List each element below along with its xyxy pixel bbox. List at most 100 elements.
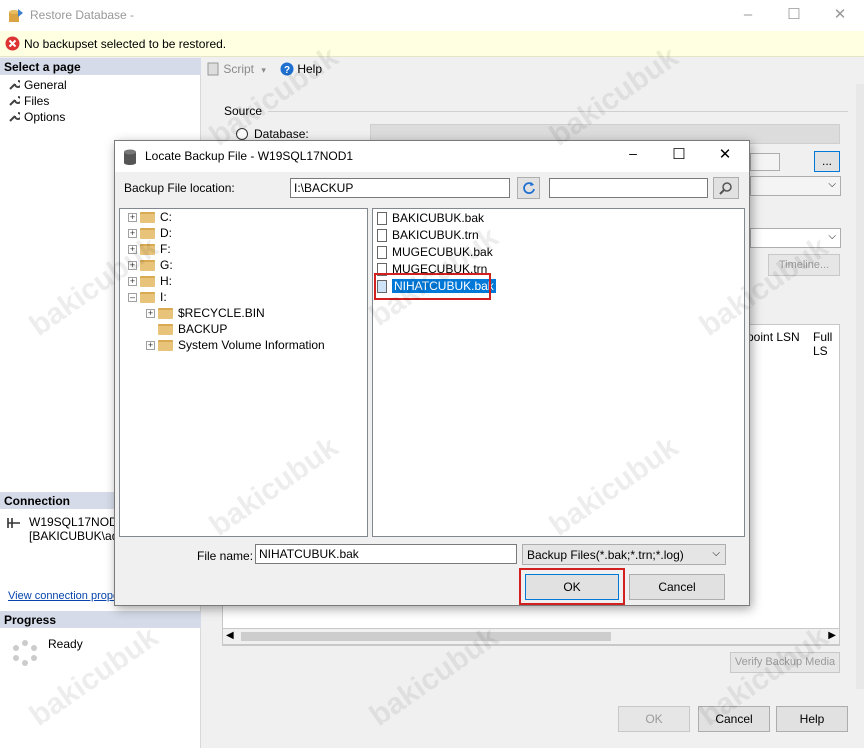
dialog-close-button[interactable]: ✕	[705, 145, 745, 169]
database-radio-label: Database:	[254, 127, 309, 141]
expand-icon: +	[128, 276, 137, 287]
page-files[interactable]: Files	[8, 94, 49, 108]
tree-item-h[interactable]: + H:	[128, 274, 172, 290]
collapse-icon: –	[128, 292, 137, 303]
file-name-label: File name:	[197, 549, 254, 563]
scroll-right-icon[interactable]: ▶	[828, 630, 836, 641]
expand-icon: +	[146, 340, 155, 351]
error-bar: No backupset selected to be restored.	[0, 31, 864, 57]
page-general[interactable]: General	[8, 78, 67, 92]
expand-icon: +	[128, 260, 137, 271]
ok-button[interactable]: OK	[618, 706, 690, 732]
source-label: Source	[224, 104, 263, 118]
database-icon	[124, 149, 136, 165]
scroll-left-icon[interactable]: ◀	[226, 630, 234, 641]
scrollbar-thumb[interactable]	[241, 632, 611, 641]
file-type-select[interactable]: Backup Files(*.bak;*.trn;*.log) ⌵	[522, 544, 726, 565]
drive-icon	[140, 292, 155, 304]
locate-backup-file-dialog: Locate Backup File - W19SQL17NOD1 – ☐ ✕ …	[114, 140, 750, 606]
folder-icon	[158, 324, 173, 336]
script-icon	[207, 62, 219, 76]
drive-icon	[140, 244, 155, 256]
page-files-label: Files	[24, 94, 50, 108]
expand-icon: +	[128, 228, 137, 239]
device-field[interactable]	[750, 153, 780, 171]
search-button[interactable]	[713, 177, 739, 199]
chevron-down-icon: ⌵	[712, 548, 720, 559]
file-item[interactable]: BAKICUBUK.bak	[377, 211, 484, 227]
folder-icon	[158, 308, 173, 320]
dialog-maximize-button[interactable]: ☐	[659, 145, 699, 169]
dialog-ok-button[interactable]: OK	[525, 574, 619, 600]
tree-item-c[interactable]: + C:	[128, 210, 172, 226]
help-button[interactable]: ? Help	[280, 62, 322, 76]
help-button-bottom[interactable]: Help	[776, 706, 848, 732]
refresh-icon	[522, 182, 535, 194]
view-connection-properties-link[interactable]: View connection prope	[8, 590, 119, 602]
maximize-button[interactable]: ☐	[771, 0, 817, 31]
error-icon	[5, 36, 20, 51]
tree-item-recycle-bin[interactable]: + $RECYCLE.BIN	[146, 306, 265, 322]
dialog-minimize-button[interactable]: –	[613, 145, 653, 169]
file-type-value: Backup Files(*.bak;*.trn;*.log)	[527, 548, 684, 562]
close-button[interactable]: ✕	[817, 0, 863, 31]
search-input[interactable]	[549, 178, 708, 198]
cancel-button[interactable]: Cancel	[698, 706, 770, 732]
restore-to-select[interactable]: ⌵	[750, 228, 841, 248]
backup-location-label: Backup File location:	[124, 181, 235, 195]
tree-item-i[interactable]: – I:	[128, 290, 167, 306]
column-header-full-lsn: Full LS	[813, 330, 833, 358]
grid-horizontal-scrollbar[interactable]: ◀ ▶	[222, 628, 840, 645]
progress-spinner-icon	[13, 640, 37, 666]
script-button[interactable]: Script ▾	[206, 62, 266, 76]
page-options[interactable]: Options	[8, 110, 65, 124]
dialog-title: Locate Backup File - W19SQL17NOD1	[145, 149, 354, 163]
refresh-button[interactable]	[517, 177, 540, 199]
content-scrollbar[interactable]	[856, 84, 864, 689]
verify-backup-media-button[interactable]: Verify Backup Media	[730, 652, 840, 673]
expand-icon: +	[128, 212, 137, 223]
dialog-title-bar: Locate Backup File - W19SQL17NOD1 – ☐ ✕	[115, 141, 749, 172]
file-item[interactable]: MUGECUBUK.bak	[377, 245, 493, 261]
file-item[interactable]: BAKICUBUK.trn	[377, 228, 479, 244]
wrench-icon	[9, 96, 22, 106]
window-title: Restore Database -	[30, 8, 135, 22]
timeline-button[interactable]: Timeline...	[768, 254, 840, 276]
tree-connector-icon	[146, 325, 155, 334]
chevron-down-icon: ⌵	[828, 231, 836, 242]
page-general-label: General	[24, 78, 67, 92]
progress-status: Ready	[48, 637, 83, 651]
file-name-field[interactable]: NIHATCUBUK.bak	[255, 544, 517, 564]
tree-item-f[interactable]: + F:	[128, 242, 171, 258]
backup-location-field[interactable]: I:\BACKUP	[290, 178, 510, 198]
window-title-bar: Restore Database - – ☐ ✕	[0, 0, 864, 31]
dialog-cancel-button[interactable]: Cancel	[629, 574, 725, 600]
tree-item-backup[interactable]: BACKUP	[146, 322, 227, 338]
tree-item-d[interactable]: + D:	[128, 226, 172, 242]
drive-icon	[140, 228, 155, 240]
device-database-select[interactable]: ⌵	[750, 176, 841, 196]
expand-icon: +	[128, 244, 137, 255]
browse-devices-button[interactable]: ...	[814, 151, 840, 172]
drive-icon	[140, 212, 155, 224]
toolbar: Script ▾ ? Help	[202, 58, 864, 84]
bottom-button-bar: OK Cancel Help	[202, 692, 864, 748]
search-icon	[719, 182, 732, 195]
source-divider	[268, 111, 848, 112]
drive-icon	[140, 276, 155, 288]
file-icon	[377, 246, 387, 260]
wrench-icon	[9, 80, 22, 90]
database-radio[interactable]: Database:	[236, 127, 309, 141]
error-message: No backupset selected to be restored.	[24, 37, 227, 51]
column-header-checkpoint-lsn: point LSN	[747, 330, 800, 344]
minimize-button[interactable]: –	[725, 0, 771, 31]
file-icon	[377, 229, 387, 243]
restore-database-icon	[9, 9, 23, 22]
file-icon	[377, 212, 387, 226]
connection-server: W19SQL17NOD1	[29, 515, 125, 529]
chevron-down-icon: ⌵	[828, 179, 836, 190]
tree-item-g[interactable]: + G:	[128, 258, 173, 274]
connection-icon	[7, 518, 20, 528]
tree-item-system-volume-information[interactable]: + System Volume Information	[146, 338, 325, 354]
help-label: Help	[297, 62, 323, 76]
